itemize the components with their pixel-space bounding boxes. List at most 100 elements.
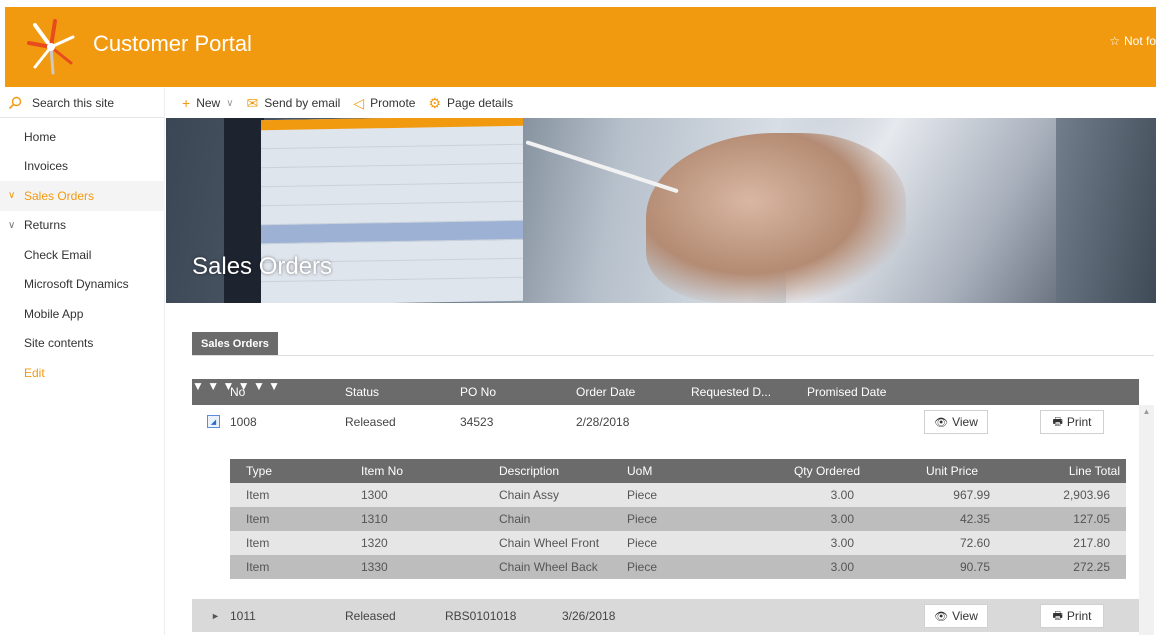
column-label: Promised Date (807, 385, 887, 399)
line-uom: Piece (627, 560, 658, 574)
order-status: Released (345, 608, 396, 623)
nav-item-check-email[interactable]: Check Email (0, 240, 165, 270)
table-row[interactable]: Item 1300 Chain Assy Piece 3.00 967.99 2… (230, 483, 1126, 507)
nav-item-microsoft-dynamics[interactable]: Microsoft Dynamics (0, 270, 165, 300)
filter-icon[interactable]: ▼ (268, 379, 280, 393)
order-status: Released (345, 414, 396, 429)
nav-item-label: Invoices (24, 159, 69, 174)
nav-item-returns[interactable]: ∨ Returns (0, 211, 165, 241)
nav-item-label: Site contents (24, 336, 94, 351)
chevron-down-icon[interactable]: ∨ (8, 190, 20, 201)
expand-icon[interactable]: ► (211, 611, 220, 621)
command-bar: + New ∨ ✉ Send by email ◁ Promote ⚙ Page deta… (166, 88, 1156, 118)
line-total: 272.25 (1073, 560, 1110, 574)
column-header-order-date[interactable]: Order Date (576, 379, 635, 405)
line-item-no: 1330 (361, 560, 388, 574)
column-header-no[interactable]: No (230, 379, 245, 405)
page-title: Sales Orders (192, 253, 333, 280)
nav-item-label: Microsoft Dynamics (24, 277, 129, 292)
nav-edit-link[interactable]: Edit (0, 358, 165, 388)
column-header-requested-date[interactable]: Requested D... (691, 379, 771, 405)
megaphone-icon: ◁ (353, 94, 365, 111)
new-button[interactable]: + New ∨ (182, 95, 234, 111)
column-header-unit-price[interactable]: Unit Price (926, 459, 978, 483)
gear-icon: ⚙ (428, 94, 442, 111)
hero-hand-image (646, 133, 906, 303)
nav-item-label: Home (24, 129, 57, 144)
column-label: Order Date (576, 385, 636, 399)
tab-divider (192, 355, 1154, 356)
nav-item-sales-orders[interactable]: ∨ Sales Orders (0, 181, 165, 211)
column-header-description[interactable]: Description (499, 459, 559, 483)
page-details-button[interactable]: ⚙ Page details (428, 95, 513, 112)
search-input[interactable] (32, 95, 152, 110)
table-row[interactable]: Item 1320 Chain Wheel Front Piece 3.00 7… (230, 531, 1126, 555)
nav-item-label: Check Email (24, 247, 92, 262)
search-icon (8, 96, 22, 109)
column-label: No (230, 385, 246, 399)
nav-item-label: Edit (24, 365, 45, 380)
eye-icon: 👁 (934, 416, 949, 429)
follow-button[interactable]: ☆ Not fo (1109, 34, 1156, 48)
send-by-email-button[interactable]: ✉ Send by email (247, 95, 341, 112)
table-row[interactable]: Item 1310 Chain Piece 3.00 42.35 127.05 (230, 507, 1126, 531)
printer-icon: 🖶 (1052, 609, 1063, 622)
filter-icon[interactable]: ▼ (192, 379, 204, 393)
order-lines-table: Type Item No Description UoM Qty Ordered… (230, 459, 1126, 579)
table-row[interactable]: Item 1330 Chain Wheel Back Piece 3.00 90… (230, 555, 1126, 579)
table-row[interactable]: ► 1011 Released RBS0101018 3/26/2018 👁 Vi… (192, 599, 1139, 632)
nav-item-invoices[interactable]: Invoices (0, 152, 165, 182)
column-header-status[interactable]: Status (345, 379, 379, 405)
column-header-po-no[interactable]: PO No (460, 379, 496, 405)
line-total: 127.05 (1073, 512, 1110, 526)
promote-button[interactable]: ◁ Promote (353, 95, 415, 112)
scroll-up-icon[interactable]: ▲ (1139, 405, 1154, 419)
column-header-item-no[interactable]: Item No (361, 459, 403, 483)
nav-item-home[interactable]: Home (0, 122, 165, 152)
line-uom: Piece (627, 512, 658, 526)
column-header-uom[interactable]: UoM (627, 459, 652, 483)
filter-icon[interactable]: ▼ (207, 379, 219, 393)
line-type: Item (246, 536, 270, 550)
column-header-type[interactable]: Type (246, 459, 272, 483)
view-button[interactable]: 👁 View (924, 604, 988, 628)
nav-item-site-contents[interactable]: Site contents (0, 329, 165, 359)
view-label: View (952, 609, 978, 623)
mail-icon: ✉ (246, 94, 259, 111)
column-header-line-total[interactable]: Line Total (1010, 459, 1120, 483)
nav-list: Home Invoices ∨ Sales Orders ∨ Returns Che… (0, 122, 165, 388)
suite-bar (0, 0, 1156, 7)
view-button[interactable]: 👁 View (924, 410, 988, 434)
nav-item-label: Sales Orders (24, 188, 95, 203)
filter-icon[interactable]: ▼ (253, 379, 265, 393)
printer-icon: 🖶 (1052, 415, 1063, 428)
line-qty: 3.00 (830, 536, 854, 550)
print-label: Print (1066, 415, 1092, 429)
column-label: PO No (460, 385, 497, 399)
grid-scrollbar[interactable] (1139, 405, 1154, 635)
table-row[interactable]: ◢ 1008 Released 34523 2/28/2018 👁 View 🖶 P… (192, 405, 1139, 438)
company-logo[interactable] (25, 17, 77, 75)
chevron-down-icon[interactable]: ∨ (8, 220, 20, 231)
line-item-no: 1300 (361, 488, 388, 502)
order-date: 3/26/2018 (562, 608, 616, 623)
nav-item-label: Mobile App (24, 306, 84, 321)
eye-icon: 👁 (934, 610, 949, 623)
line-description: Chain (499, 512, 531, 526)
nav-item-label: Returns (24, 218, 67, 233)
site-title[interactable]: Customer Portal (93, 31, 252, 57)
print-button[interactable]: 🖶 Print (1040, 604, 1104, 628)
column-header-promised-date[interactable]: Promised Date (807, 379, 886, 405)
tab-sales-orders[interactable]: Sales Orders (192, 332, 278, 356)
nav-item-mobile-app[interactable]: Mobile App (0, 299, 165, 329)
print-button[interactable]: 🖶 Print (1040, 410, 1104, 434)
collapse-icon[interactable]: ◢ (207, 415, 220, 428)
line-qty: 3.00 (830, 560, 854, 574)
hero-banner: Sales Orders (166, 118, 1156, 303)
column-header-qty-ordered[interactable]: Qty Ordered (720, 459, 860, 483)
line-qty: 3.00 (830, 488, 854, 502)
order-no: 1008 (230, 414, 257, 429)
line-uom: Piece (627, 488, 658, 502)
order-po-no: RBS0101018 (445, 608, 517, 623)
search-box[interactable] (0, 88, 165, 118)
